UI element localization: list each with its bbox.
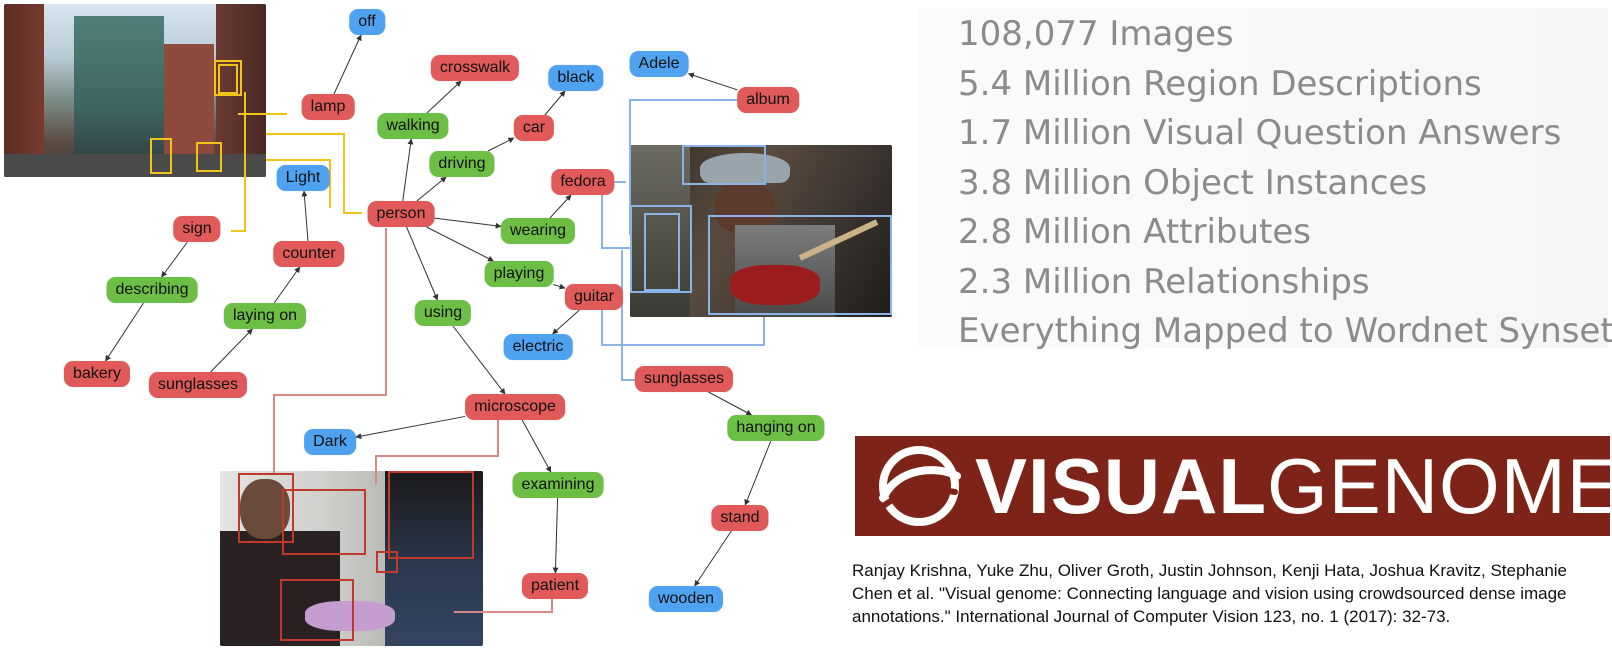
node-black[interactable]: black [548, 65, 604, 91]
edge-microscope-to-examining [521, 419, 552, 473]
node-light[interactable]: Light [276, 165, 330, 191]
edge-laying_on-to-counter [273, 266, 301, 304]
stat-images: 108,077 Images [958, 14, 1234, 54]
edge-guitar-to-electric [552, 309, 580, 335]
node-counter[interactable]: counter [273, 241, 345, 267]
node-person[interactable]: person [367, 201, 435, 227]
node-guitar[interactable]: guitar [564, 284, 624, 310]
dataset-stats-panel: 108,077 Images 5.4 Million Region Descri… [918, 8, 1612, 351]
edge-counter-to-light [301, 190, 309, 242]
node-electric[interactable]: electric [503, 334, 573, 360]
edge-hanging_on-to-stand [744, 440, 772, 506]
logo-wordmark: VISUALGENOME [975, 446, 1612, 526]
node-laying-on[interactable]: laying on [223, 303, 307, 329]
edge-microscope-to-dark [355, 415, 466, 440]
genome-swirl-icon [878, 446, 961, 526]
node-using[interactable]: using [414, 300, 472, 326]
node-off[interactable]: off [349, 9, 385, 35]
node-fedora[interactable]: fedora [551, 169, 615, 195]
node-stand[interactable]: stand [711, 505, 769, 531]
edge-album-to-adele [687, 72, 738, 91]
edge-examining-to-patient [552, 497, 559, 574]
node-microscope[interactable]: microscope [465, 394, 565, 420]
stat-attributes: 2.8 Million Attributes [958, 212, 1311, 252]
node-patient[interactable]: patient [521, 573, 589, 599]
logo-word-genome: GENOME [1267, 442, 1612, 530]
edge-driving-to-car [487, 137, 515, 152]
stat-object-instances: 3.8 Million Object Instances [958, 163, 1428, 203]
stat-vqa: 1.7 Million Visual Question Answers [958, 113, 1562, 153]
node-bakery[interactable]: bakery [63, 361, 131, 387]
visual-genome-figure: off lamp crosswalk black Adele album wal… [0, 0, 1612, 650]
node-adele[interactable]: Adele [629, 51, 689, 77]
node-sign[interactable]: sign [173, 216, 221, 242]
edge-person-to-driving [416, 176, 447, 202]
citation-text: Ranjay Krishna, Yuke Zhu, Oliver Groth, … [852, 561, 1568, 626]
edge-car-to-black [544, 90, 566, 116]
edge-sunglasses1-to-laying_on [210, 328, 253, 373]
edge-wearing-to-fedora [549, 194, 572, 219]
node-album[interactable]: album [737, 87, 799, 113]
stat-wordnet: Everything Mapped to Wordnet Synsets [958, 311, 1612, 351]
node-driving[interactable]: driving [429, 151, 495, 177]
node-sunglasses-counter[interactable]: sunglasses [148, 372, 248, 398]
edge-sign-to-describing [161, 241, 188, 278]
logo-word-visual: VISUAL [975, 442, 1268, 530]
visual-genome-logo: VISUALGENOME [855, 436, 1612, 536]
edge-walking-to-crosswalk [426, 80, 462, 114]
edge-sunglasses2-to-hanging_on [708, 391, 753, 416]
node-playing[interactable]: playing [484, 261, 554, 287]
node-wearing[interactable]: wearing [500, 218, 576, 244]
edge-stand-to-wooden [694, 530, 732, 587]
node-wooden[interactable]: wooden [648, 586, 724, 612]
edge-person-to-wearing [434, 217, 502, 229]
node-lamp[interactable]: lamp [301, 94, 355, 120]
concert-grounding-lines [601, 99, 765, 381]
edge-person-to-walking [402, 138, 414, 202]
node-car[interactable]: car [513, 115, 555, 141]
node-examining[interactable]: examining [512, 472, 604, 498]
edge-playing-to-guitar [553, 283, 566, 290]
edge-describing-to-bakery [105, 302, 144, 362]
node-describing[interactable]: describing [106, 277, 198, 303]
edge-using-to-microscope [452, 325, 506, 395]
node-hanging-on[interactable]: hanging on [727, 415, 825, 441]
edge-person-to-playing [426, 226, 494, 262]
edge-person-to-using [406, 226, 439, 301]
edge-lamp-to-off [333, 34, 362, 95]
node-walking[interactable]: walking [377, 113, 449, 139]
node-dark[interactable]: Dark [304, 429, 356, 455]
stat-region-descriptions: 5.4 Million Region Descriptions [958, 64, 1482, 104]
stat-relationships: 2.3 Million Relationships [958, 262, 1370, 302]
node-crosswalk[interactable]: crosswalk [430, 55, 520, 81]
node-sunglasses-stand[interactable]: sunglasses [634, 366, 734, 392]
